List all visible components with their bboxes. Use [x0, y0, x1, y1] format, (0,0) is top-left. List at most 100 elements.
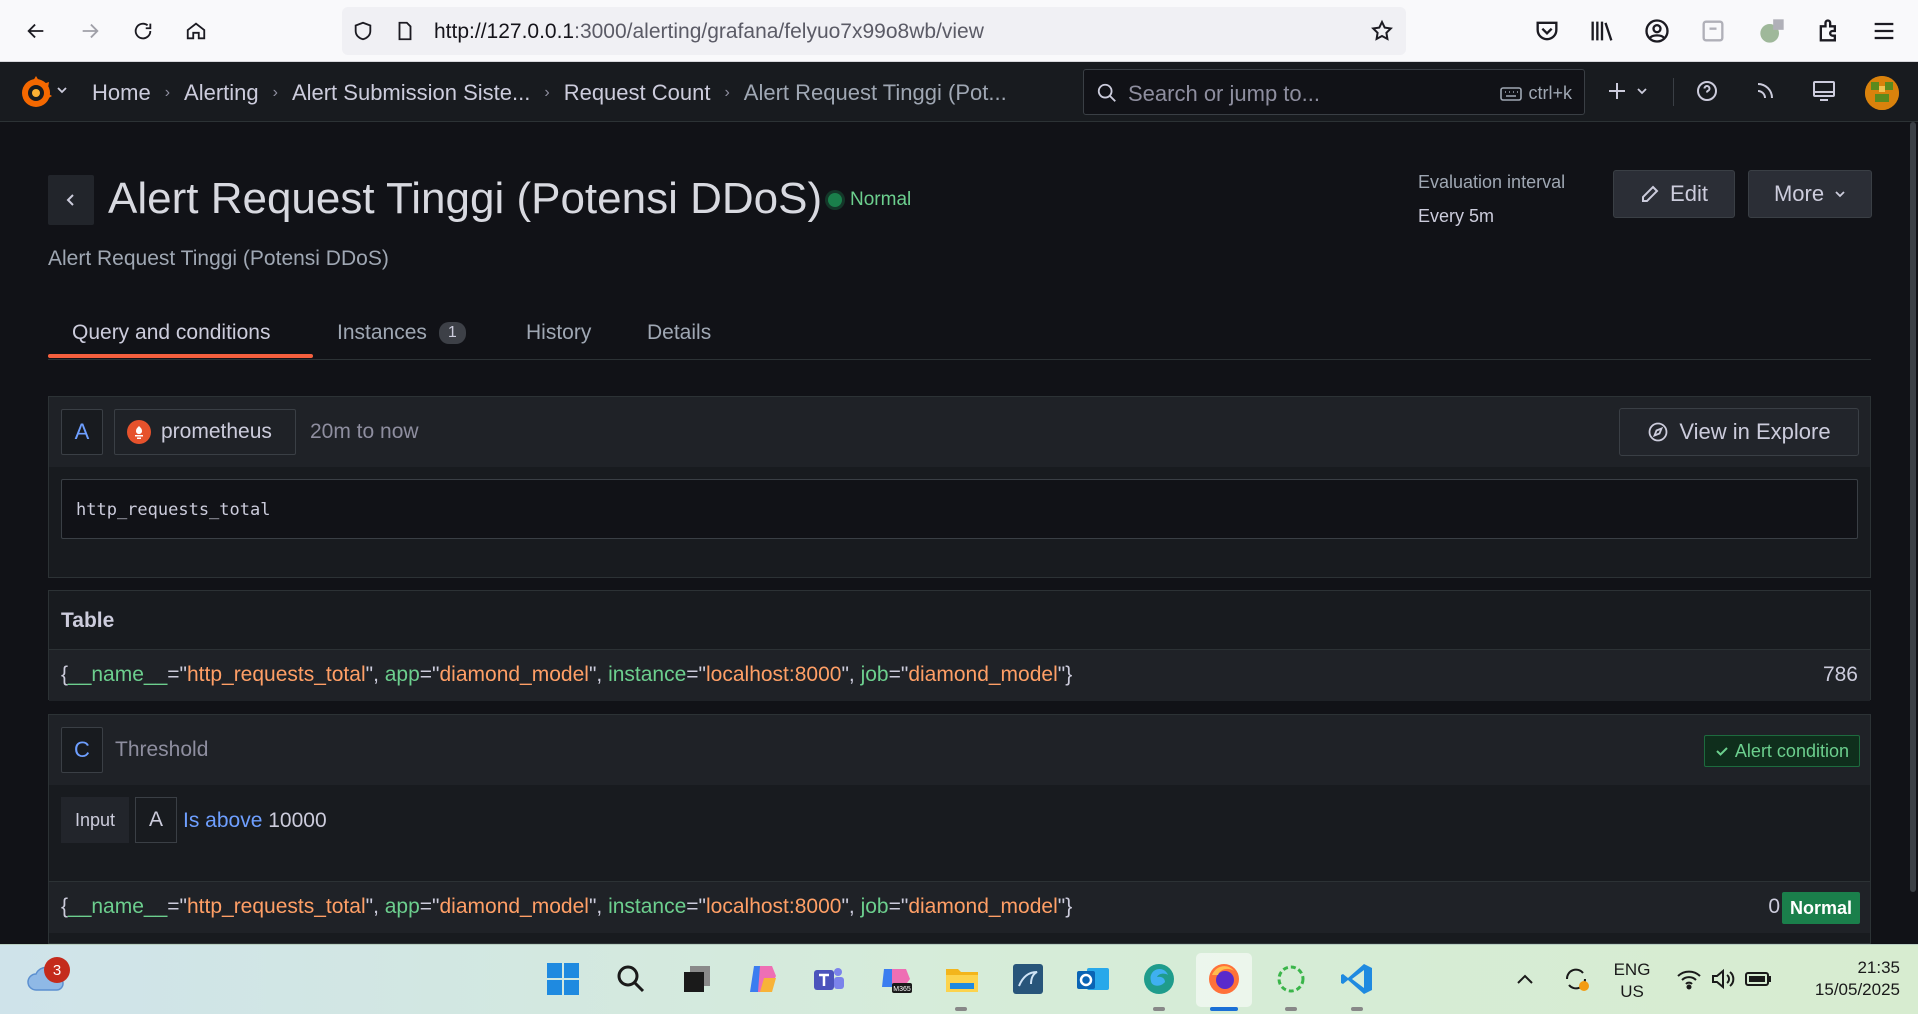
- tab-query-and-conditions[interactable]: Query and conditions: [72, 321, 270, 345]
- breadcrumb: Home › Alerting › Alert Submission Siste…: [92, 80, 1007, 106]
- page-icon: [398, 21, 412, 41]
- breadcrumb-group[interactable]: Request Count: [564, 80, 711, 106]
- account-icon[interactable]: [1643, 17, 1671, 45]
- search-input[interactable]: Search or jump to... ctrl+k: [1083, 69, 1585, 115]
- extension-box-icon[interactable]: [1699, 17, 1727, 45]
- battery-icon[interactable]: [1742, 959, 1776, 999]
- menu-icon[interactable]: [1870, 17, 1898, 45]
- chevron-down-icon: [1835, 191, 1845, 198]
- home-icon[interactable]: [179, 14, 213, 48]
- input-ref-select[interactable]: A: [135, 797, 177, 843]
- keyboard-icon: [1500, 86, 1523, 101]
- vscode-icon[interactable]: [1337, 959, 1377, 999]
- grafana-logo-icon[interactable]: [16, 72, 56, 112]
- breadcrumb-current: Alert Request Tinggi (Pot...: [743, 80, 1007, 105]
- back-button[interactable]: [48, 175, 94, 225]
- breadcrumb-folder[interactable]: Alert Submission Siste...: [292, 80, 530, 106]
- clock-time: 21:35: [1857, 958, 1900, 977]
- firefox-icon[interactable]: [1204, 959, 1244, 999]
- url-text[interactable]: http://127.0.0.1:3000/alerting/grafana/f…: [434, 20, 984, 44]
- status-dot-icon: [828, 193, 842, 207]
- table-row: {__name__="http_requests_total", app="di…: [49, 649, 1870, 701]
- windows-taskbar: 3 M365 ENG US 21:35 15/05/2025: [0, 944, 1918, 1014]
- address-bar[interactable]: http://127.0.0.1:3000/alerting/grafana/f…: [342, 7, 1406, 55]
- shield-icon[interactable]: [352, 20, 374, 42]
- more-button[interactable]: More: [1748, 170, 1872, 218]
- file-explorer-icon[interactable]: [942, 959, 982, 999]
- add-new-button[interactable]: [1602, 76, 1632, 106]
- tab-details[interactable]: Details: [647, 321, 711, 345]
- series-value: 786: [1822, 663, 1858, 686]
- search-icon: [1097, 83, 1116, 102]
- breadcrumb-alerting[interactable]: Alerting: [184, 80, 259, 106]
- news-feed-icon[interactable]: [1750, 76, 1780, 106]
- extensions-puzzle-icon[interactable]: [1815, 17, 1843, 45]
- kiosk-mode-icon[interactable]: [1809, 76, 1839, 106]
- breadcrumb-separator-icon: ›: [272, 84, 278, 101]
- back-arrow-icon[interactable]: [19, 14, 53, 48]
- active-tab-indicator: [48, 354, 313, 358]
- language-indicator[interactable]: ENG US: [1610, 959, 1654, 1003]
- alert-state-label: Normal: [850, 189, 912, 210]
- help-icon[interactable]: [1692, 76, 1722, 106]
- chevron-down-icon[interactable]: [1631, 76, 1653, 106]
- chevron-down-icon[interactable]: [56, 84, 68, 96]
- instances-count-badge: 1: [438, 322, 466, 344]
- query-result-table: Table {__name__="http_requests_total", a…: [48, 590, 1871, 701]
- series-value: 0: [1768, 895, 1780, 918]
- edge-icon[interactable]: [1139, 959, 1179, 999]
- browser-toolbar: http://127.0.0.1:3000/alerting/grafana/f…: [0, 0, 1918, 62]
- check-icon: [1716, 747, 1728, 756]
- page-title: Alert Request Tinggi (Potensi DDoS): [108, 174, 823, 223]
- running-indicator: [1351, 1007, 1363, 1011]
- sync-status-icon[interactable]: [1556, 959, 1596, 999]
- weather-notification-badge: 3: [44, 957, 70, 983]
- active-indicator: [1210, 1007, 1238, 1011]
- status-badge: Normal: [1781, 892, 1860, 924]
- chevron-up-icon[interactable]: [1508, 959, 1542, 999]
- breadcrumb-home[interactable]: Home: [92, 80, 151, 106]
- search-icon[interactable]: [611, 959, 651, 999]
- copilot-icon[interactable]: [743, 959, 783, 999]
- breadcrumb-separator-icon: ›: [724, 84, 730, 101]
- forward-arrow-icon[interactable]: [73, 14, 107, 48]
- teams-icon[interactable]: [809, 959, 849, 999]
- breadcrumb-separator-icon: ›: [164, 84, 171, 101]
- clock[interactable]: 21:35 15/05/2025: [1790, 957, 1900, 1001]
- bookmark-star-icon[interactable]: [1370, 19, 1394, 43]
- evaluation-interval-label: Evaluation interval: [1418, 172, 1566, 192]
- compass-icon: [1648, 422, 1668, 442]
- tab-history[interactable]: History: [526, 321, 591, 345]
- pocket-icon[interactable]: [1533, 17, 1561, 45]
- page-scrollbar[interactable]: [1910, 122, 1916, 892]
- edit-button[interactable]: Edit: [1613, 170, 1735, 218]
- start-icon[interactable]: [543, 959, 583, 999]
- clock-date: 15/05/2025: [1814, 980, 1900, 999]
- sync-app-icon[interactable]: [1271, 959, 1311, 999]
- extension-badge-icon[interactable]: [1758, 17, 1786, 45]
- condition-ref-id: C: [61, 727, 103, 773]
- library-icon[interactable]: [1588, 17, 1616, 45]
- query-panel: A prometheus 20m to now View in Explore …: [48, 396, 1871, 578]
- pencil-icon: [1642, 185, 1659, 202]
- condition-name: Threshold: [115, 738, 209, 761]
- threshold-operator[interactable]: Is above: [183, 809, 262, 832]
- volume-icon[interactable]: [1706, 959, 1740, 999]
- mysql-workbench-icon[interactable]: [1008, 959, 1048, 999]
- tab-instances[interactable]: Instances 1: [337, 321, 466, 345]
- task-view-icon[interactable]: [677, 959, 717, 999]
- running-indicator: [1285, 1007, 1297, 1011]
- wifi-icon[interactable]: [1672, 959, 1706, 999]
- datasource-name: prometheus: [161, 420, 272, 443]
- reload-icon[interactable]: [126, 14, 160, 48]
- running-indicator: [955, 1007, 967, 1011]
- threshold-expression: Is above 10000: [183, 809, 327, 833]
- outlook-icon[interactable]: [1073, 959, 1113, 999]
- view-in-explore-button[interactable]: View in Explore: [1619, 408, 1859, 456]
- threshold-value[interactable]: 10000: [268, 809, 326, 832]
- query-expression[interactable]: http_requests_total: [61, 479, 1858, 539]
- avatar[interactable]: [1865, 76, 1899, 110]
- running-indicator: [1153, 1007, 1165, 1011]
- m365-icon[interactable]: M365: [876, 959, 916, 999]
- search-placeholder: Search or jump to...: [1128, 81, 1320, 106]
